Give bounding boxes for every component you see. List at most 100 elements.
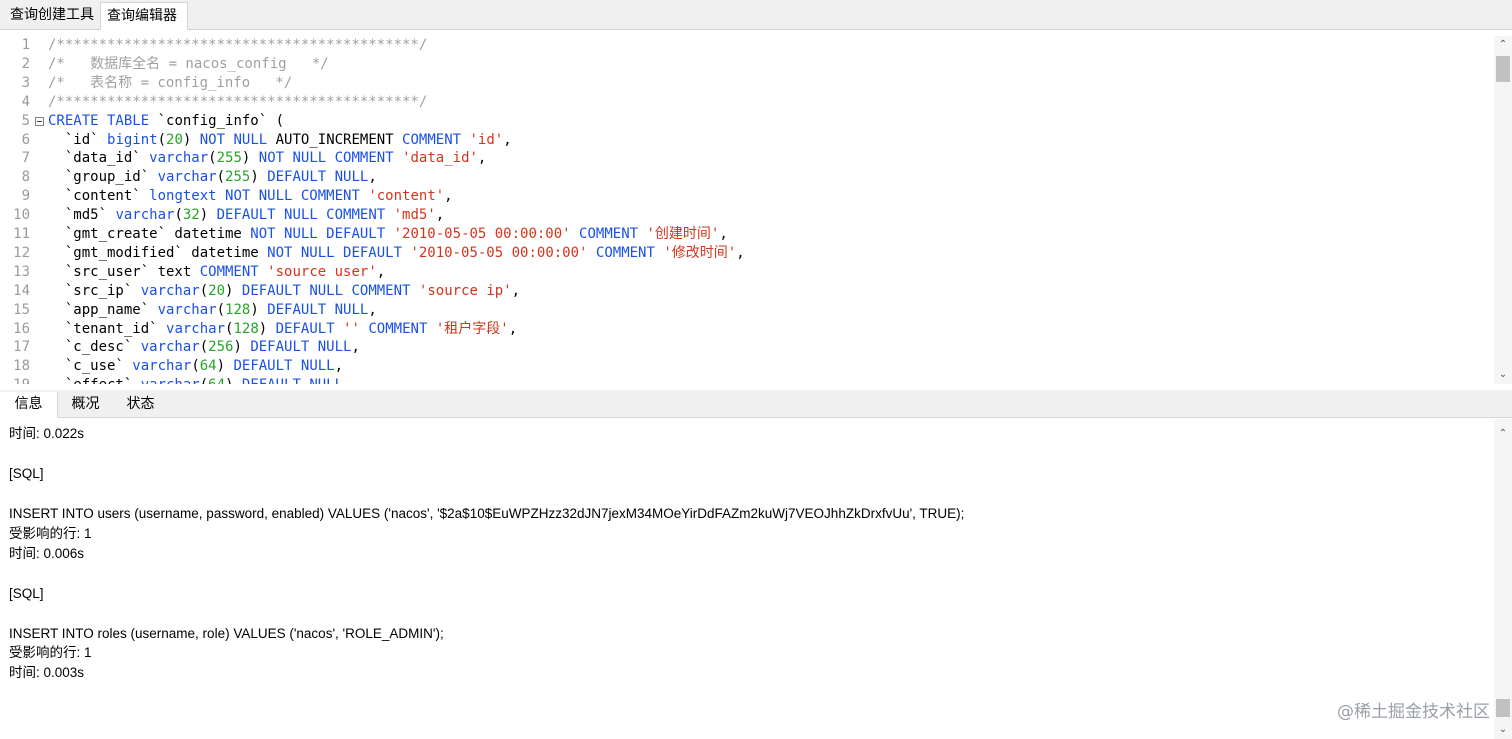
scroll-thumb[interactable]	[1496, 699, 1510, 717]
code-text: `gmt_modified` datetime NOT NULL DEFAULT…	[48, 244, 745, 263]
code-token: '创建时间'	[646, 226, 720, 242]
editor-scrollbar[interactable]: ⌃ ⌄	[1494, 36, 1512, 384]
code-token: )	[182, 131, 200, 148]
code-token: CREATE TABLE	[48, 112, 150, 129]
scroll-down-icon[interactable]: ⌄	[1494, 366, 1512, 384]
code-line: 4 /**************************************…	[0, 93, 1494, 112]
code-token: (	[216, 301, 226, 318]
code-token: 32	[182, 207, 200, 224]
code-token: NOT NULL DEFAULT	[250, 226, 386, 242]
code-token: NOT NULL COMMENT	[258, 150, 394, 167]
code-token: varchar	[140, 282, 200, 299]
code-token: 128	[233, 320, 259, 337]
line-number: 13	[13, 263, 30, 280]
code-line: 8 `group_id` varchar(255) DEFAULT NULL,	[0, 168, 1494, 187]
code-line: 12 `gmt_modified` datetime NOT NULL DEFA…	[0, 244, 1494, 263]
code-token: varchar	[140, 339, 200, 356]
code-text: CREATE TABLE `config_info` (	[48, 112, 284, 131]
message-line: 受影响的行: 1	[9, 645, 92, 661]
code-token: 'source user'	[267, 263, 377, 280]
code-line: 19 `effect` varchar(64) DEFAULT NULL,	[0, 376, 1494, 384]
code-line: 16 `tenant_id` varchar(128) DEFAULT '' C…	[0, 320, 1494, 339]
code-token: 'id'	[469, 131, 504, 148]
message-line: 时间: 0.022s	[9, 426, 85, 441]
code-text: `src_user` text COMMENT 'source user',	[48, 263, 385, 282]
code-line: 10 `md5` varchar(32) DEFAULT NULL COMMEN…	[0, 206, 1494, 225]
code-text: `md5` varchar(32) DEFAULT NULL COMMENT '…	[48, 206, 444, 225]
code-token: `gmt_modified` datetime	[48, 244, 268, 261]
code-text: `data_id` varchar(255) NOT NULL COMMENT …	[48, 149, 487, 168]
code-token: )	[216, 358, 234, 375]
code-token: `tenant_id`	[48, 320, 167, 337]
code-line: 5 CREATE TABLE `config_info` (	[0, 112, 1494, 131]
tab-status[interactable]: 状态	[113, 392, 168, 417]
code-token: 255	[216, 150, 242, 167]
code-token: 256	[208, 339, 234, 356]
tab-overview[interactable]: 概况	[58, 392, 113, 417]
code-token: )	[199, 207, 217, 224]
code-token: ,	[508, 320, 518, 337]
tab-query-builder[interactable]: 查询创建工具	[4, 2, 100, 28]
code-token: DEFAULT NULL	[250, 339, 352, 356]
message-panel[interactable]: 时间: 0.022s [SQL] INSERT INTO users (userna…	[0, 419, 1494, 739]
code-token: '修改时间'	[663, 244, 737, 261]
code-line: 6 `id` bigint(20) NOT NULL AUTO_INCREMEN…	[0, 131, 1494, 150]
code-token: DEFAULT NULL	[242, 377, 343, 384]
code-line: 18 `c_use` varchar(64) DEFAULT NULL,	[0, 357, 1494, 376]
code-token: (	[199, 339, 209, 356]
code-token: )	[241, 150, 259, 167]
message-line: 受影响的行: 1	[9, 525, 92, 541]
code-token: ,	[503, 131, 512, 148]
code-token: ''	[343, 320, 360, 337]
code-token: 'content'	[368, 188, 445, 205]
code-token: 20	[166, 131, 183, 148]
code-text: /* 数据库全名 = nacos_config */	[48, 55, 329, 74]
line-number: 4	[21, 93, 30, 110]
code-token: /* 数据库全名 = nacos_config */	[48, 55, 329, 72]
code-line: 3 /* 表名称 = config_info */	[0, 74, 1494, 93]
message-scrollbar[interactable]: ⌃ ⌄	[1494, 419, 1512, 739]
code-token: (	[199, 282, 209, 299]
line-number: 8	[21, 169, 30, 186]
code-token: DEFAULT NULL	[267, 169, 369, 186]
scroll-up-icon[interactable]: ⌃	[1494, 425, 1512, 443]
code-token: `gmt_create` datetime	[48, 226, 251, 242]
code-token: 64	[199, 358, 217, 375]
code-token: varchar	[132, 358, 192, 375]
scroll-thumb[interactable]	[1496, 56, 1510, 82]
code-text: `gmt_create` datetime NOT NULL DEFAULT '…	[48, 225, 728, 244]
line-number: 15	[13, 301, 30, 318]
code-token: ,	[736, 244, 745, 261]
line-number: 12	[13, 244, 30, 261]
sql-editor[interactable]: 1 /**************************************…	[0, 36, 1494, 384]
code-token: varchar	[157, 169, 217, 186]
code-token: varchar	[149, 150, 209, 167]
line-number: 19	[0, 376, 30, 384]
code-token: varchar	[141, 377, 200, 384]
scroll-up-icon[interactable]: ⌃	[1494, 36, 1512, 54]
line-number: 18	[13, 358, 30, 375]
code-token: (	[208, 150, 217, 167]
code-line: 11 `gmt_create` datetime NOT NULL DEFAUL…	[0, 225, 1494, 244]
code-token: 'source ip'	[418, 282, 512, 299]
line-number: 14	[13, 282, 30, 299]
code-line: 7 `data_id` varchar(255) NOT NULL COMMEN…	[0, 149, 1494, 168]
fold-toggle-icon[interactable]	[35, 116, 44, 126]
code-token: '2010-05-05 00:00:00'	[393, 226, 571, 242]
code-text: /***************************************…	[48, 93, 427, 112]
code-token: 'data_id'	[402, 150, 478, 167]
code-line: 17 `c_desc` varchar(256) DEFAULT NULL,	[0, 338, 1494, 357]
code-token: `c_use`	[48, 358, 133, 375]
scroll-down-icon[interactable]: ⌄	[1494, 721, 1512, 739]
code-text: /* 表名称 = config_info */	[48, 74, 292, 93]
code-token: `src_ip`	[48, 282, 141, 299]
code-text: `group_id` varchar(255) DEFAULT NULL,	[48, 168, 377, 187]
code-token: COMMENT	[595, 244, 655, 261]
code-token: AUTO_INCREMENT	[267, 131, 403, 148]
tab-query-editor[interactable]: 查询编辑器	[100, 2, 188, 30]
tab-info[interactable]: 信息	[0, 392, 58, 418]
